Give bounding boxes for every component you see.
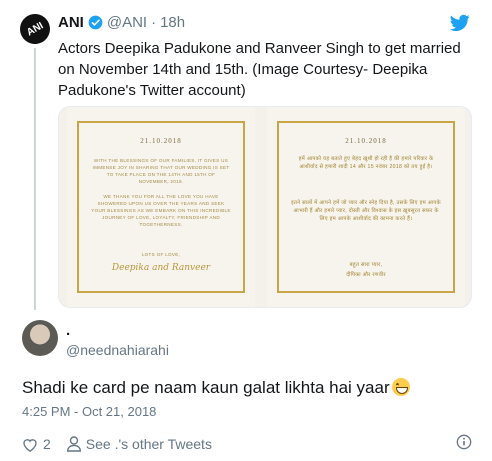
quoted-tweet[interactable]: ANI ANI @ANI · 18h Actors Deepika Paduko… xyxy=(0,0,492,310)
card-signoff: LOTS OF LOVE, xyxy=(141,252,181,257)
other-tweets-link[interactable]: See .'s other Tweets xyxy=(66,436,212,452)
like-count: 2 xyxy=(43,436,51,452)
reply-text-content: Shadi ke card pe naam kaun galat likhta … xyxy=(22,378,390,397)
tweet-timestamp[interactable]: 4:25 PM - Oct 21, 2018 xyxy=(22,404,156,419)
like-button[interactable]: 2 xyxy=(22,436,51,452)
card-signoff: बहुत सारा प्यार, xyxy=(349,262,383,268)
card-date: 21.10.2018 xyxy=(140,137,182,145)
quoted-tweet-text: Actors Deepika Padukone and Ranveer Sing… xyxy=(58,40,461,99)
heart-icon xyxy=(23,438,37,452)
thread-line xyxy=(34,48,36,310)
card-text: हमें आपको यह बताते हुए बेहद ख़ुशी हो रही… xyxy=(298,156,434,170)
quoted-tweet-header: ANI @ANI · 18h xyxy=(58,14,185,31)
gold-frame: 21.10.2018 हमें आपको यह बताते हुए बेहद ख… xyxy=(277,121,455,293)
info-icon[interactable] xyxy=(456,434,472,450)
separator-dot: · xyxy=(151,14,157,31)
gold-frame: 21.10.2018 WITH THE BLESSINGS OF OUR FAM… xyxy=(77,121,245,293)
hindi-invitation-card: 21.10.2018 हमें आपको यह बताते हुए बेहद ख… xyxy=(267,107,465,307)
card-date: 21.10.2018 xyxy=(345,137,387,145)
verified-badge-icon xyxy=(88,15,103,30)
card-signature: दीपिका और रणवीर xyxy=(346,272,386,278)
avatar-logo-text: ANI xyxy=(24,19,46,39)
twitter-bird-icon[interactable] xyxy=(450,14,470,32)
author-name[interactable]: . xyxy=(66,322,70,339)
card-text: WE THANK YOU FOR ALL THE LOVE YOU HAVE S… xyxy=(91,194,231,227)
english-invitation-card: 21.10.2018 WITH THE BLESSINGS OF OUR FAM… xyxy=(67,107,255,307)
avatar[interactable] xyxy=(22,320,58,356)
other-tweets-label: See .'s other Tweets xyxy=(85,436,212,452)
tweet-actions: 2 See .'s other Tweets xyxy=(22,434,472,454)
ani-avatar[interactable]: ANI xyxy=(14,8,56,50)
grinning-face-emoji xyxy=(391,378,410,396)
card-signature: Deepika and Ranveer xyxy=(111,263,211,273)
card-text: इतने सालों में आपने हमें जो प्यार और स्न… xyxy=(291,200,441,222)
card-text: WITH THE BLESSINGS OF OUR FAMILIES, IT G… xyxy=(92,158,230,184)
author-handle[interactable]: @ANI xyxy=(107,14,147,31)
wedding-invitation-image[interactable]: 21.10.2018 WITH THE BLESSINGS OF OUR FAM… xyxy=(58,106,472,308)
author-handle[interactable]: @neednahiarahi xyxy=(66,342,169,358)
person-icon xyxy=(66,436,81,452)
author-name[interactable]: ANI xyxy=(58,14,84,31)
tweet-time[interactable]: 18h xyxy=(160,14,185,31)
reply-tweet-text: Shadi ke card pe naam kaun galat likhta … xyxy=(22,378,410,398)
